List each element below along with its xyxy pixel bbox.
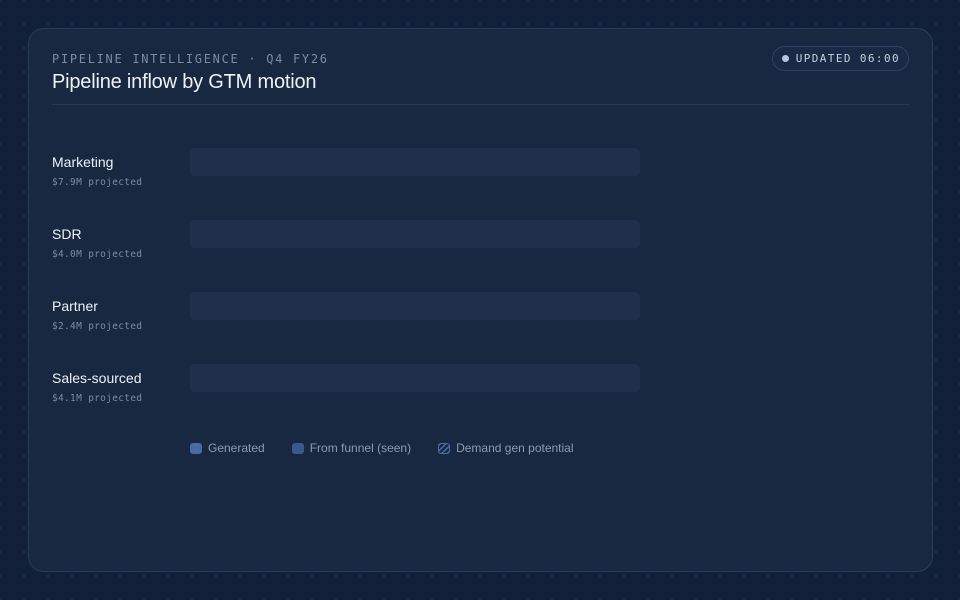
legend-label: From funnel (seen) bbox=[309, 441, 412, 455]
chart-title: Pipeline inflow by GTM motion bbox=[52, 71, 317, 93]
header-divider bbox=[52, 104, 909, 105]
legend-item-generated[interactable]: Generated bbox=[190, 441, 265, 455]
bar-track bbox=[190, 148, 640, 176]
legend-swatch-icon bbox=[190, 442, 202, 454]
legend-item-funnel[interactable]: From funnel (seen) bbox=[291, 441, 412, 455]
bar-row-sales-sourced: Sales-sourced $4.1M projected bbox=[52, 364, 652, 424]
category-projection: $4.1M projected bbox=[52, 393, 143, 404]
bar-track bbox=[190, 220, 640, 248]
legend-hatch-swatch-icon bbox=[438, 442, 451, 454]
category-label: Sales-sourced bbox=[52, 370, 142, 386]
legend-label: Demand gen potential bbox=[456, 441, 574, 455]
chart-legend: Generated From funnel (seen) Demand gen … bbox=[190, 441, 601, 455]
category-projection: $7.9M projected bbox=[52, 177, 143, 188]
category-projection: $2.4M projected bbox=[52, 321, 143, 332]
legend-swatch-icon bbox=[291, 442, 304, 454]
chart-card: PIPELINE INTELLIGENCE · Q4 FY26 Pipeline… bbox=[28, 28, 933, 572]
category-label: Partner bbox=[52, 298, 98, 314]
category-projection: $4.0M projected bbox=[52, 249, 143, 260]
bar-row-partner: Partner $2.4M projected bbox=[52, 292, 652, 352]
status-dot-icon bbox=[781, 55, 789, 62]
eyebrow-label: PIPELINE INTELLIGENCE · Q4 FY26 bbox=[52, 52, 329, 66]
updated-badge: UPDATED 06:00 bbox=[771, 46, 909, 71]
bar-row-sdr: SDR $4.0M projected bbox=[52, 220, 652, 280]
legend-item-potential[interactable]: Demand gen potential bbox=[438, 441, 574, 455]
bar-row-marketing: Marketing $7.9M projected bbox=[52, 148, 652, 208]
bar-track bbox=[190, 364, 640, 392]
bar-track bbox=[190, 292, 640, 320]
category-label: SDR bbox=[52, 226, 82, 242]
legend-label: Generated bbox=[208, 441, 265, 455]
updated-badge-text: UPDATED 06:00 bbox=[795, 52, 900, 65]
category-label: Marketing bbox=[52, 154, 114, 170]
